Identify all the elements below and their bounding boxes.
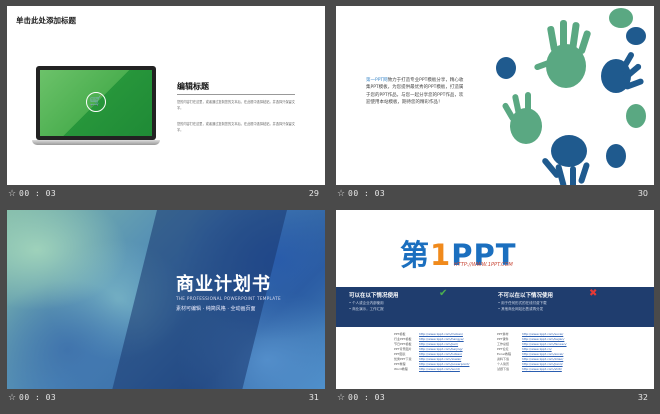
links-left-labels: PPT模板 行业PPT模板 节日PPT模板 PPT背景图片 PPT图表 优秀PPT下载 PP… [394, 332, 412, 371]
slide-29[interactable]: 单击此处添加标题 🛒 编辑标题 您的内容打在这里，或者通过复制您的文本后，在此框… [7, 6, 325, 185]
star-icon: ☆ [8, 393, 17, 403]
slide-30[interactable]: 第一PPT网致力于打造专业PPT模板分享，精心收集PPT模板，为您提供最优秀的P… [336, 6, 654, 185]
slide-thumbnail-29[interactable]: 单击此处添加标题 🛒 编辑标题 您的内容打在这里，或者通过复制您的文本后，在此框… [7, 6, 325, 201]
transition-time: 00 : 03 [348, 393, 386, 402]
cover-subtitle: THE PROFESSIONAL POWERPOINT TEMPLATE [176, 296, 281, 301]
slide-thumbnail-31[interactable]: 商业计划书 THE PROFESSIONAL POWERPOINT TEMPLA… [7, 210, 325, 405]
slide-thumbnail-30[interactable]: 第一PPT网致力于打造专业PPT模板分享，精心收集PPT模板，为您提供最优秀的P… [336, 6, 654, 201]
slide-number: 31 [308, 393, 319, 402]
star-icon: ☆ [337, 189, 346, 199]
slide-meta: ☆ 00 : 03 31 [7, 390, 325, 405]
star-icon: ☆ [337, 393, 346, 403]
links-left-urls[interactable]: http://www.1ppt.com/moban/http://www.1pp… [419, 332, 469, 372]
can-use-line-1: • 个人或企业内部使用 [349, 301, 384, 305]
cannot-use-heading: 不可以在以下情况使用 [498, 293, 554, 299]
divider [177, 94, 295, 95]
cover-info: 素材可编辑 · 纯简风格 · 全动画页面 [176, 306, 256, 312]
can-use-heading: 可以在以下情况使用 [349, 293, 399, 299]
laptop-image: 🛒 [32, 66, 160, 146]
slide-meta: ☆ 00 : 03 32 [336, 390, 654, 405]
slide-number: 32 [637, 393, 648, 402]
cover-title: 商业计划书 [176, 274, 271, 295]
cannot-use-line-1: • 用于任何形式的在线付费下载 [498, 301, 547, 305]
star-icon: ☆ [8, 189, 17, 199]
slide-meta: ☆ 00 : 03 30 [336, 186, 654, 201]
slide-number: 30 [637, 189, 648, 198]
edit-heading: 编辑标题 [177, 82, 209, 91]
handprints-graphic [496, 8, 646, 185]
paragraph-2: 您的内容打在这里，或者通过复制您的文本后，在此框中选择粘贴，并选择只保留文字。 [177, 122, 295, 132]
links-right-urls[interactable]: http://www.1ppt.com/sucai/http://www.1pp… [522, 332, 567, 372]
usage-band: 可以在以下情况使用 ✔ • 个人或企业内部使用 • 商业演示，工作汇报 不可以在… [336, 287, 654, 327]
cannot-use-line-2: • 其他商业网站出售或再分发 [498, 307, 544, 311]
slide-meta: ☆ 00 : 03 29 [7, 186, 325, 201]
transition-time: 00 : 03 [19, 393, 57, 402]
slide-number: 29 [308, 189, 319, 198]
slide-31[interactable]: 商业计划书 THE PROFESSIONAL POWERPOINT TEMPLA… [7, 210, 325, 389]
slide-title: 单击此处添加标题 [16, 16, 76, 25]
transition-time: 00 : 03 [19, 189, 57, 198]
cross-icon: ✖ [589, 288, 598, 299]
links-right-labels: PPT素材 PPT课件 工作总结 PPT论坛 Excel教程 资料下载 个人简历 试题下载 [497, 332, 511, 371]
slide-32[interactable]: 第1PPT HTTP://WWW.1PPT.COM 可以在以下情况使用 ✔ • … [336, 210, 654, 389]
can-use-line-2: • 商业演示，工作汇报 [349, 307, 384, 311]
transition-time: 00 : 03 [348, 189, 386, 198]
paragraph-1: 您的内容打在这里，或者通过复制您的文本后，在此框中选择粘贴，并选择只保留文字。 [177, 100, 295, 110]
logo-url: HTTP://WWW.1PPT.COM [454, 262, 513, 268]
slide-thumbnail-32[interactable]: 第1PPT HTTP://WWW.1PPT.COM 可以在以下情况使用 ✔ • … [336, 210, 654, 405]
cart-icon: 🛒 [86, 92, 106, 112]
check-icon: ✔ [439, 288, 448, 299]
